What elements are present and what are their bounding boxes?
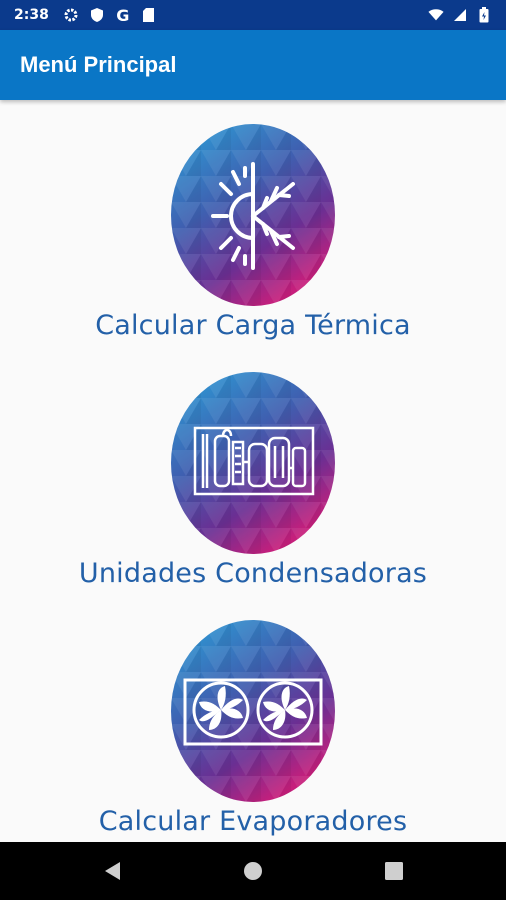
navigation-bar — [0, 842, 506, 900]
status-icons-right — [428, 7, 492, 23]
google-g-icon: G — [116, 5, 130, 25]
shield-icon — [89, 7, 105, 23]
menu-item-unidades-condensadoras[interactable]: Unidades Condensadoras — [0, 372, 506, 589]
menu-label-carga-termica[interactable]: Calcular Carga Térmica — [95, 310, 411, 341]
condenser-unit-icon[interactable] — [171, 372, 335, 554]
menu-item-evaporadores[interactable]: Calcular Evaporadores — [0, 620, 506, 837]
recents-icon[interactable] — [364, 842, 424, 900]
status-time: 2:38 — [14, 7, 49, 23]
sd-card-icon — [141, 7, 157, 23]
page-title: Menú Principal — [20, 52, 177, 77]
cell-signal-icon — [452, 7, 468, 23]
home-icon[interactable] — [223, 842, 283, 900]
gear-icon — [63, 7, 79, 23]
status-bar: 2:38 G — [0, 0, 506, 30]
sun-snowflake-icon[interactable] — [171, 124, 335, 306]
back-icon[interactable] — [82, 842, 142, 900]
evaporator-fans-icon[interactable] — [171, 620, 335, 802]
menu-label-evaporadores[interactable]: Calcular Evaporadores — [99, 806, 408, 837]
menu-item-carga-termica[interactable]: Calcular Carga Térmica — [0, 124, 506, 341]
wifi-icon — [428, 7, 444, 23]
app-bar: Menú Principal — [0, 30, 506, 100]
main-menu: Calcular Carga Térmica Unidades Condensa… — [0, 100, 506, 842]
menu-label-unidades-condensadoras[interactable]: Unidades Condensadoras — [79, 558, 427, 589]
status-icons-left: G — [63, 5, 157, 25]
battery-icon — [476, 7, 492, 23]
